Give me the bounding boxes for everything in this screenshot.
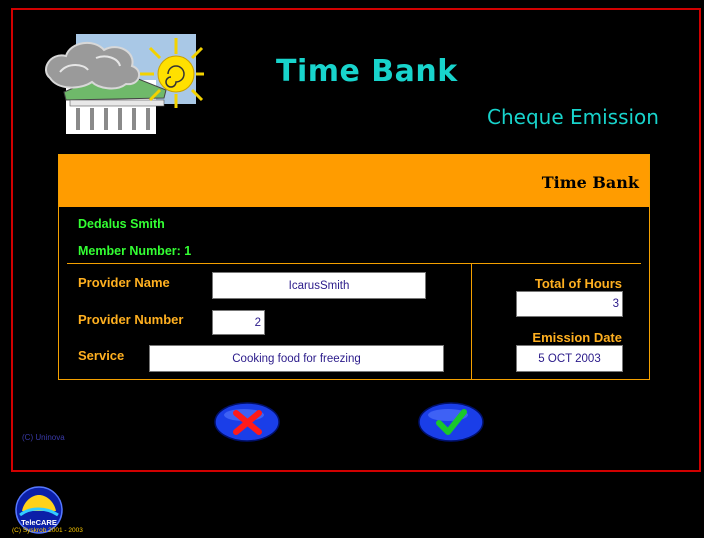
service-label: Service — [78, 348, 125, 363]
telecare-brand: TeleCARE — [21, 518, 57, 527]
service-field[interactable]: Cooking food for freezing — [149, 345, 444, 372]
app-title: Time Bank — [276, 54, 458, 89]
member-number: Member Number: 1 — [78, 244, 192, 258]
copyright-text: (C) Uninova — [22, 433, 65, 442]
cheque-panel: Time Bank Dedalus Smith Member Number: 1… — [58, 154, 650, 380]
brand-copyright: (C) Syskrob 2001 - 2003 — [12, 527, 83, 534]
provider-name-field[interactable]: IcarusSmith — [212, 272, 426, 299]
time-bank-logo — [45, 34, 204, 134]
confirm-button[interactable] — [418, 402, 484, 442]
provider-number-field[interactable]: 2 — [212, 310, 265, 335]
panel-title: Time Bank — [541, 173, 639, 192]
panel-header: Time Bank — [59, 155, 649, 207]
cancel-button[interactable] — [214, 402, 280, 442]
divider-vertical — [471, 264, 472, 379]
emission-date-label: Emission Date — [532, 330, 622, 345]
emission-date-field[interactable]: 5 OCT 2003 — [516, 345, 623, 372]
total-hours-label: Total of Hours — [534, 276, 622, 291]
provider-number-label: Provider Number — [78, 312, 184, 327]
member-name: Dedalus Smith — [78, 217, 165, 231]
page-subtitle: Cheque Emission — [487, 105, 659, 129]
total-hours-field[interactable]: 3 — [516, 291, 623, 317]
divider-horizontal — [67, 263, 641, 264]
provider-name-label: Provider Name — [78, 275, 170, 290]
